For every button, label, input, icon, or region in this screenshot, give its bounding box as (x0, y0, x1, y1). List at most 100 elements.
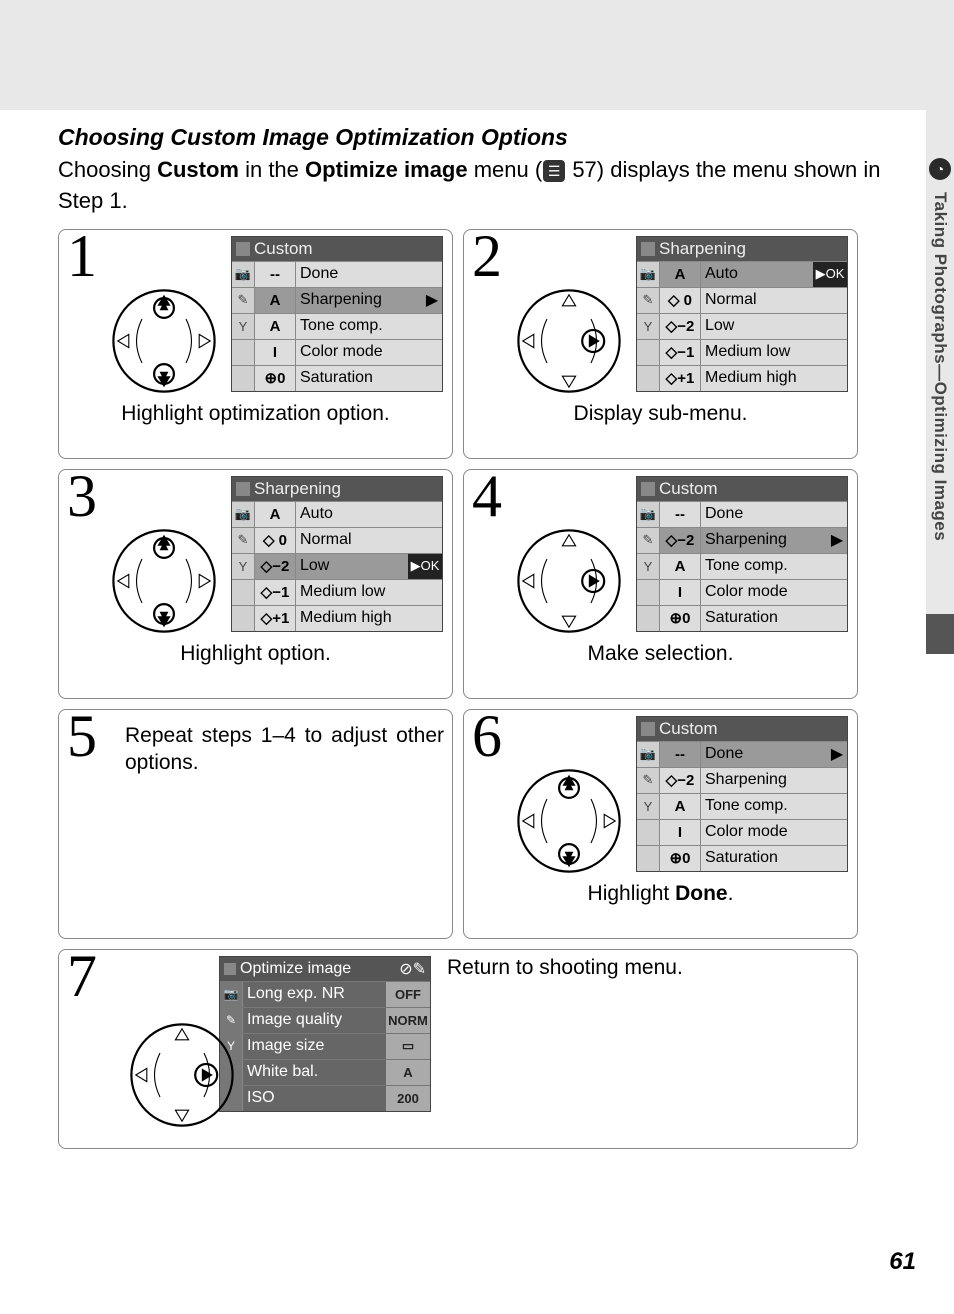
row-value: I (255, 340, 296, 365)
row-value: ◇−2 (255, 554, 296, 579)
row-value: ◇−1 (255, 580, 296, 605)
menu-custom: Custom 📷--Done✎ASharpening▶YATone comp.I… (231, 236, 443, 392)
intro-bold-custom: Custom (157, 157, 239, 182)
step-5: 5 Repeat steps 1–4 to adjust other optio… (58, 709, 453, 939)
caption-bold: Done (675, 882, 728, 905)
step-5-text: Repeat steps 1–4 to adjust other options… (125, 722, 444, 777)
row-label: Sharpening (701, 531, 827, 549)
row-label: Saturation (701, 849, 847, 867)
row-value: ◇ 0 (660, 288, 701, 313)
menu-row: YImage size▭ (220, 1033, 430, 1059)
row-label: Done (701, 505, 847, 523)
step-number: 1 (67, 222, 97, 291)
menu-sharpening: Sharpening 📷AAuto▶OK✎◇ 0NormalY◇−2Low◇−1… (636, 236, 848, 392)
row-side-icon: ✎ (232, 288, 255, 313)
step-number: 7 (67, 942, 97, 1011)
row-value: NORM (386, 1008, 430, 1033)
menu-row: Y◇−2Low (637, 313, 847, 339)
row-value: A (255, 288, 296, 313)
row-side-icon: ✎ (637, 768, 660, 793)
row-label: Sharpening (296, 291, 422, 309)
row-label: Image size (243, 1037, 386, 1055)
row-value: ◇−1 (660, 340, 701, 365)
menu-row: YATone comp. (232, 313, 442, 339)
row-side-icon (637, 820, 660, 845)
menu-row: ✎◇−2Sharpening (637, 767, 847, 793)
row-side-icon: ✎ (637, 528, 660, 553)
play-icon (236, 482, 250, 496)
menu-row: 📷AAuto (232, 501, 442, 527)
menu-title: Custom (659, 479, 718, 499)
row-side-icon (637, 846, 660, 871)
menu-row: IColor mode (637, 579, 847, 605)
row-label: White bal. (243, 1063, 386, 1081)
row-value: I (660, 580, 701, 605)
row-value: -- (660, 502, 701, 527)
row-label: Tone comp. (701, 557, 847, 575)
intro-bold-optimize: Optimize image (305, 157, 468, 182)
menu-row: ⊕0Saturation (637, 605, 847, 631)
row-label: Tone comp. (296, 317, 442, 335)
row-label: Saturation (701, 609, 847, 627)
row-side-icon: Y (637, 314, 660, 339)
menu-row: IColor mode (232, 339, 442, 365)
row-value: ◇+1 (255, 606, 296, 631)
step-number: 2 (472, 222, 502, 291)
page-title: Choosing Custom Image Optimization Optio… (58, 124, 888, 151)
menu-row: ✎◇−2Sharpening▶ (637, 527, 847, 553)
intro-text: menu ( (468, 157, 543, 182)
menu-custom: Custom 📷--Done✎◇−2Sharpening▶YATone comp… (636, 476, 848, 632)
menu-row: YATone comp. (637, 553, 847, 579)
menu-row: ✎◇ 0Normal (232, 527, 442, 553)
dpad-right (514, 286, 624, 396)
row-value: A (255, 502, 296, 527)
arrow-icon: ▶ (422, 290, 442, 310)
row-side-icon (637, 366, 660, 391)
row-label: Color mode (296, 343, 442, 361)
menu-row: IColor mode (637, 819, 847, 845)
step-1: 1 Custom 📷--Done✎ASharpening▶YATone comp… (58, 229, 453, 459)
row-side-icon (232, 366, 255, 391)
row-value: A (660, 554, 701, 579)
row-value: ◇ 0 (255, 528, 296, 553)
manual-page: ◔ Taking Photographs—Optimizing Images C… (0, 0, 954, 1314)
row-value: ◇+1 (660, 366, 701, 391)
step-2: 2 Sharpening 📷AAuto▶OK✎◇ 0NormalY◇−2Low◇… (463, 229, 858, 459)
play-icon (224, 963, 236, 975)
row-side-icon (637, 606, 660, 631)
step-number: 4 (472, 462, 502, 531)
row-label: Medium low (701, 343, 847, 361)
row-label: Long exp. NR (243, 985, 386, 1003)
header-bar (0, 0, 954, 110)
side-tab: ◔ Taking Photographs—Optimizing Images (926, 110, 954, 645)
step-7: 7 Optimize image⊘✎ 📷Long exp. NROFF✎Imag… (58, 949, 858, 1149)
intro-text: Choosing (58, 157, 157, 182)
menu-title: Custom (254, 239, 313, 259)
row-label: Medium high (701, 369, 847, 387)
row-side-icon: ✎ (232, 528, 255, 553)
row-side-icon (637, 340, 660, 365)
menu-rows: 📷Long exp. NROFF✎Image qualityNORMYImage… (220, 981, 430, 1111)
row-label: Saturation (296, 369, 442, 387)
row-value: 200 (386, 1086, 430, 1111)
row-value: -- (660, 742, 701, 767)
row-label: Auto (701, 265, 813, 283)
menu-title: Sharpening (659, 239, 746, 259)
row-side-icon (637, 580, 660, 605)
page-number: 61 (889, 1248, 916, 1276)
row-side-icon: 📷 (220, 982, 243, 1007)
play-icon (641, 242, 655, 256)
row-value: OFF (386, 982, 430, 1007)
step-number: 3 (67, 462, 97, 531)
menu-sharpening: Sharpening 📷AAuto✎◇ 0NormalY◇−2Low▶OK◇−1… (231, 476, 443, 632)
menu-rows: 📷AAuto✎◇ 0NormalY◇−2Low▶OK◇−1Medium low◇… (232, 501, 442, 631)
row-label: Done (296, 265, 442, 283)
row-label: ISO (243, 1089, 386, 1107)
row-side-icon: 📷 (637, 502, 660, 527)
row-value: ▭ (386, 1034, 430, 1059)
menu-custom: Custom 📷--Done▶✎◇−2SharpeningYATone comp… (636, 716, 848, 872)
row-label: Normal (701, 291, 847, 309)
row-label: Sharpening (701, 771, 847, 789)
menu-row: 📷--Done (637, 501, 847, 527)
row-label: Color mode (701, 583, 847, 601)
